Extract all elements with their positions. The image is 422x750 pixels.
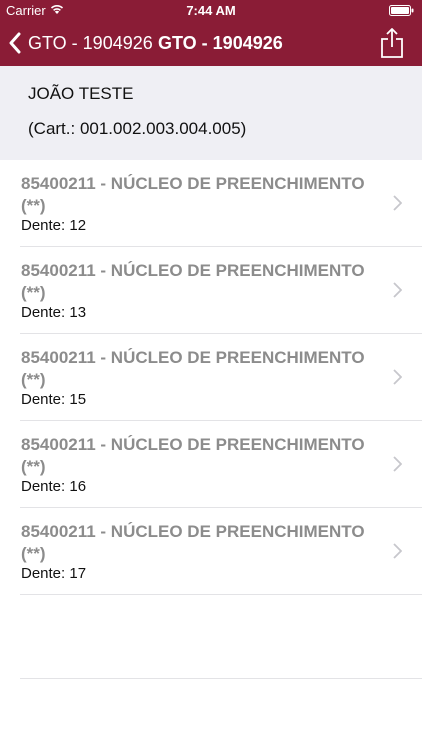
procedure-tooth: Dente: 15 xyxy=(21,391,87,408)
battery-icon xyxy=(389,5,414,16)
procedure-list: 85400211 - NÚCLEO DE PREENCHIMENTO (**) … xyxy=(0,160,422,595)
share-icon[interactable] xyxy=(380,27,404,59)
chevron-left-icon xyxy=(9,32,21,54)
procedure-tooth: Dente: 12 xyxy=(21,217,87,234)
patient-header: JOÃO TESTE (Cart.: 001.002.003.004.005) xyxy=(0,66,422,160)
list-item[interactable]: 85400211 - NÚCLEO DE PREENCHIMENTO (**) … xyxy=(20,508,422,595)
chevron-right-icon xyxy=(393,543,402,559)
list-item[interactable]: 85400211 - NÚCLEO DE PREENCHIMENTO (**) … xyxy=(20,160,422,247)
patient-card-number: (Cart.: 001.002.003.004.005) xyxy=(28,119,247,138)
chevron-right-icon xyxy=(393,456,402,472)
list-item[interactable]: 85400211 - NÚCLEO DE PREENCHIMENTO (**) … xyxy=(20,421,422,508)
procedure-title: 85400211 - NÚCLEO DE PREENCHIMENTO (**) xyxy=(21,435,365,476)
procedure-tooth: Dente: 13 xyxy=(21,304,87,321)
clock: 7:44 AM xyxy=(186,3,236,18)
back-label: GTO - 1904926 xyxy=(28,32,153,53)
procedure-title: 85400211 - NÚCLEO DE PREENCHIMENTO (**) xyxy=(21,174,365,215)
chevron-right-icon xyxy=(393,369,402,385)
procedure-tooth: Dente: 17 xyxy=(21,565,87,582)
page-title: GTO - 1904926 xyxy=(158,33,283,53)
procedure-title: 85400211 - NÚCLEO DE PREENCHIMENTO (**) xyxy=(21,261,365,302)
status-bar: Carrier 7:44 AM xyxy=(0,0,422,20)
patient-name: JOÃO TESTE xyxy=(28,84,134,103)
procedure-tooth: Dente: 16 xyxy=(21,478,87,495)
navigation-bar: GTO - 1904926 GTO - 1904926 xyxy=(0,20,422,66)
separator xyxy=(20,678,422,679)
procedure-title: 85400211 - NÚCLEO DE PREENCHIMENTO (**) xyxy=(21,522,365,563)
list-item[interactable]: 85400211 - NÚCLEO DE PREENCHIMENTO (**) … xyxy=(20,334,422,421)
chevron-right-icon xyxy=(393,282,402,298)
back-button[interactable]: GTO - 1904926 xyxy=(8,20,153,66)
list-item[interactable]: 85400211 - NÚCLEO DE PREENCHIMENTO (**) … xyxy=(20,247,422,334)
procedure-title: 85400211 - NÚCLEO DE PREENCHIMENTO (**) xyxy=(21,348,365,389)
chevron-right-icon xyxy=(393,195,402,211)
